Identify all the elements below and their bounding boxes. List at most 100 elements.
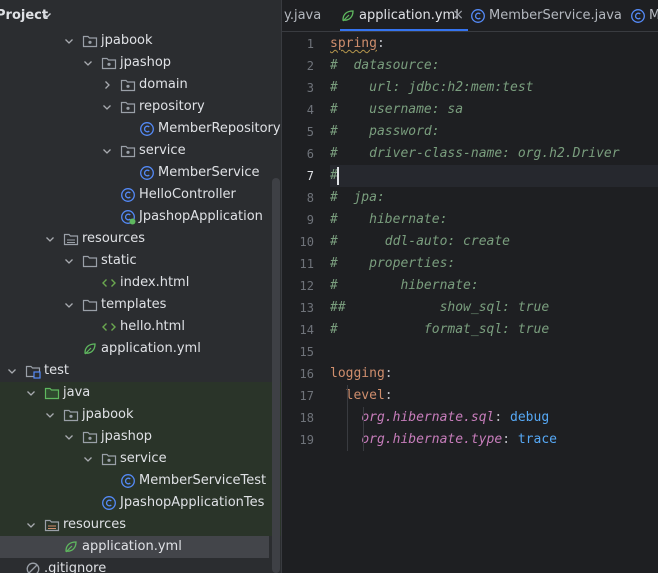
code-line[interactable]: # username: sa — [330, 99, 658, 121]
tree-node[interactable]: templates — [0, 294, 281, 316]
line-number: 13 — [299, 301, 314, 315]
chevron-down-icon[interactable] — [101, 145, 113, 157]
editor-tab[interactable]: M — [630, 0, 658, 31]
tree-node[interactable]: hello.html — [0, 316, 281, 338]
tree-node[interactable]: application.yml — [0, 338, 281, 360]
chevron-down-icon[interactable] — [63, 299, 75, 311]
tree-node[interactable]: index.html — [0, 272, 281, 294]
tree-node[interactable]: MemberService — [0, 162, 281, 184]
code-line[interactable]: # hibernate: — [330, 209, 658, 231]
chevron-down-icon[interactable] — [44, 409, 56, 421]
editor-tab[interactable]: y.java — [284, 0, 336, 31]
code-token: trace — [517, 432, 557, 447]
chevron-down-icon[interactable] — [82, 57, 94, 69]
close-tab-icon[interactable]: × — [452, 7, 464, 23]
code-line[interactable] — [330, 341, 658, 363]
editor-tab-active[interactable]: application.yml × — [340, 0, 468, 31]
code-line[interactable]: # format_sql: true — [330, 319, 658, 341]
tree-node[interactable]: resources — [0, 514, 281, 536]
tree-node-label: static — [101, 253, 137, 268]
tree-node[interactable]: jpabook — [0, 30, 281, 52]
tree-node[interactable]: MemberRepository — [0, 118, 281, 140]
tree-node[interactable]: service — [0, 448, 281, 470]
tree-node[interactable]: application.yml — [0, 536, 269, 558]
vertical-scrollbar[interactable] — [272, 178, 280, 573]
html-file-icon — [101, 319, 117, 335]
tree-node-label: HelloController — [139, 187, 236, 202]
code-line[interactable]: logging: — [330, 363, 658, 385]
code-line[interactable]: org.hibernate.sql: debug — [330, 407, 658, 429]
code-line[interactable]: # — [330, 165, 658, 187]
chevron-down-icon[interactable] — [25, 519, 37, 531]
chevron-down-icon[interactable] — [82, 453, 94, 465]
code-token: # username: sa — [330, 102, 464, 117]
html-file-icon — [101, 275, 117, 291]
tree-node[interactable]: .gitignore — [0, 558, 281, 573]
line-number: 17 — [299, 389, 314, 403]
code-token: logging — [330, 366, 385, 381]
code-line[interactable]: ## show_sql: true — [330, 297, 658, 319]
tree-node[interactable]: jpashop — [0, 426, 281, 448]
code-line[interactable]: # jpa: — [330, 187, 658, 209]
tree-node[interactable]: jpabook — [0, 404, 281, 426]
chevron-down-icon[interactable] — [25, 387, 37, 399]
tree-node[interactable]: test — [0, 360, 281, 382]
tree-node-label: service — [120, 451, 167, 466]
code-token: # password: — [330, 124, 440, 139]
package-icon — [120, 77, 136, 93]
code-token: # hibernate: — [330, 278, 479, 293]
tree-node-label: application.yml — [101, 341, 201, 356]
line-number: 10 — [299, 235, 314, 249]
code-line[interactable]: # url: jdbc:h2:mem:test — [330, 77, 658, 99]
code-token: # driver-class-name: org.h2.Driver — [330, 146, 620, 161]
package-icon — [120, 143, 136, 159]
tree-node[interactable]: jpashop — [0, 52, 281, 74]
chevron-down-icon[interactable] — [63, 255, 75, 267]
tree-node[interactable]: resources — [0, 228, 281, 250]
class-icon — [120, 473, 136, 489]
chevron-down-icon[interactable] — [41, 9, 53, 21]
code-line[interactable]: # ddl-auto: create — [330, 231, 658, 253]
code-line[interactable]: # hibernate: — [330, 275, 658, 297]
package-icon — [82, 33, 98, 49]
text-caret — [337, 167, 339, 185]
code-line[interactable]: level: — [330, 385, 658, 407]
code-token: org.hibernate.sql — [361, 410, 495, 425]
code-token: # ddl-auto: create — [330, 234, 511, 249]
code-line[interactable]: # datasource: — [330, 55, 658, 77]
line-number: 3 — [306, 81, 314, 95]
code-line[interactable]: # driver-class-name: org.h2.Driver — [330, 143, 658, 165]
tree-node[interactable]: JpashopApplication — [0, 206, 281, 228]
code-line[interactable]: org.hibernate.type: trace — [330, 429, 658, 451]
editor-tab[interactable]: MemberService.java — [470, 0, 628, 31]
tree-node[interactable]: java — [0, 382, 281, 404]
chevron-down-icon[interactable] — [101, 101, 113, 113]
code-line[interactable]: # properties: — [330, 253, 658, 275]
line-number: 11 — [299, 257, 314, 271]
package-icon — [63, 407, 79, 423]
class-icon — [139, 165, 155, 181]
line-number: 2 — [306, 59, 314, 73]
tree-node[interactable]: MemberServiceTest — [0, 470, 281, 492]
tree-node[interactable]: domain — [0, 74, 281, 96]
chevron-down-icon[interactable] — [63, 35, 75, 47]
tree-node[interactable]: JpashopApplicationTes — [0, 492, 281, 514]
chevron-down-icon[interactable] — [44, 233, 56, 245]
tree-node-label: jpashop — [101, 429, 153, 444]
chevron-down-icon[interactable] — [63, 431, 75, 443]
code-token: ## show_sql: true — [330, 300, 550, 315]
tree-node[interactable]: HelloController — [0, 184, 281, 206]
line-number: 1 — [306, 37, 314, 51]
editor-tab-label: MemberService.java — [489, 8, 622, 23]
code-line[interactable]: spring: — [330, 33, 658, 55]
tree-node[interactable]: static — [0, 250, 281, 272]
editor-tab-bar: y.java application.yml × MemberService.java… — [282, 0, 658, 32]
tree-node[interactable]: repository — [0, 96, 281, 118]
tree-node[interactable]: service — [0, 140, 281, 162]
line-number: 14 — [299, 323, 314, 337]
chevron-down-icon[interactable] — [6, 365, 18, 377]
chevron-right-icon[interactable] — [101, 79, 113, 91]
resources-folder-icon — [63, 231, 79, 247]
code-line[interactable]: # password: — [330, 121, 658, 143]
